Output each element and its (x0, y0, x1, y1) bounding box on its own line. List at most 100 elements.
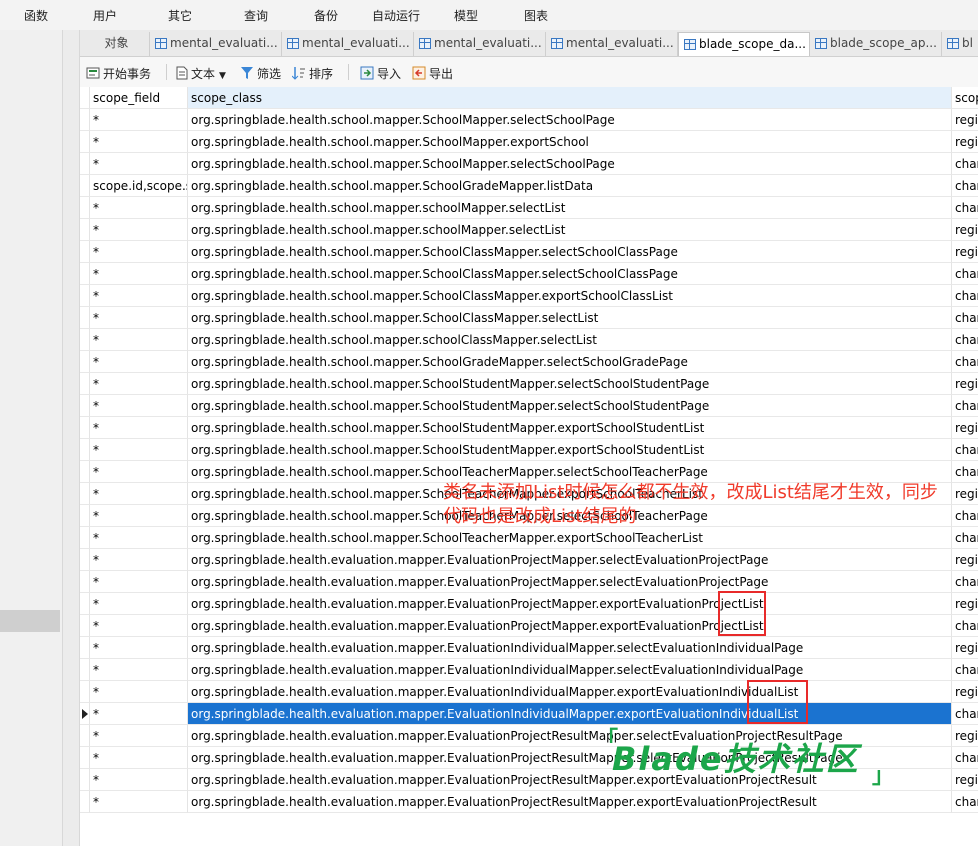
table-row[interactable]: * org.springblade.health.school.mapper.Sc… (80, 417, 978, 439)
cell-scope-class[interactable]: org.springblade.health.evaluation.mapper… (188, 549, 952, 571)
row-indicator[interactable] (80, 351, 90, 373)
cell-scope-class[interactable]: org.springblade.health.school.mapper.sch… (188, 329, 952, 351)
cell-scope-extra[interactable]: char (952, 659, 978, 681)
cell-scope-class[interactable]: org.springblade.health.school.mapper.Sch… (188, 417, 952, 439)
sidebar-selected-item[interactable] (0, 610, 60, 632)
menu-users[interactable]: 用户 (93, 7, 117, 24)
cell-scope-extra[interactable]: char (952, 197, 978, 219)
filter-button[interactable]: 筛选 (240, 65, 281, 82)
table-row[interactable]: * org.springblade.health.evaluation.mappe… (80, 571, 978, 593)
row-indicator[interactable] (80, 703, 90, 725)
cell-scope-class[interactable]: org.springblade.health.school.mapper.Sch… (188, 461, 952, 483)
table-row-selected[interactable]: * org.springblade.health.evaluation.mappe… (80, 703, 978, 725)
row-indicator[interactable] (80, 461, 90, 483)
cell-scope-extra[interactable]: char (952, 329, 978, 351)
cell-scope-extra[interactable]: regi (952, 483, 978, 505)
cell-scope-field[interactable]: * (90, 263, 188, 285)
cell-scope-field[interactable]: * (90, 461, 188, 483)
cell-scope-extra[interactable]: char (952, 307, 978, 329)
cell-scope-field[interactable]: * (90, 769, 188, 791)
row-indicator[interactable] (80, 549, 90, 571)
row-indicator[interactable] (80, 593, 90, 615)
sort-button[interactable]: 排序 (292, 65, 333, 82)
table-row[interactable]: * org.springblade.health.school.mapper.Sc… (80, 153, 978, 175)
row-indicator[interactable] (80, 439, 90, 461)
cell-scope-class[interactable]: org.springblade.health.school.mapper.Sch… (188, 351, 952, 373)
row-indicator[interactable] (80, 241, 90, 263)
cell-scope-extra[interactable]: char (952, 285, 978, 307)
cell-scope-class[interactable]: org.springblade.health.school.mapper.Sch… (188, 241, 952, 263)
cell-scope-field[interactable]: * (90, 681, 188, 703)
row-indicator[interactable] (80, 109, 90, 131)
cell-scope-extra[interactable]: regi (952, 769, 978, 791)
table-row[interactable]: * org.springblade.health.school.mapper.Sc… (80, 461, 978, 483)
row-indicator[interactable] (80, 615, 90, 637)
table-row[interactable]: * org.springblade.health.school.mapper.sc… (80, 329, 978, 351)
table-row[interactable]: * org.springblade.health.school.mapper.Sc… (80, 351, 978, 373)
cell-scope-field[interactable]: * (90, 197, 188, 219)
table-row[interactable]: * org.springblade.health.school.mapper.Sc… (80, 527, 978, 549)
row-indicator[interactable] (80, 681, 90, 703)
import-button[interactable]: 导入 (360, 65, 401, 82)
table-row[interactable]: * org.springblade.health.school.mapper.sc… (80, 219, 978, 241)
cell-scope-class[interactable]: org.springblade.health.evaluation.mapper… (188, 593, 952, 615)
cell-scope-extra[interactable]: regi (952, 219, 978, 241)
table-row[interactable]: * org.springblade.health.school.mapper.Sc… (80, 439, 978, 461)
table-row[interactable]: * org.springblade.health.school.mapper.Sc… (80, 373, 978, 395)
cell-scope-class[interactable]: org.springblade.health.school.mapper.Sch… (188, 307, 952, 329)
tab-mental-evaluation-2[interactable]: mental_evaluati... (282, 32, 414, 56)
menu-functions[interactable]: 函数 (24, 7, 48, 24)
cell-scope-field[interactable]: * (90, 615, 188, 637)
row-indicator[interactable] (80, 373, 90, 395)
cell-scope-extra[interactable]: regi (952, 549, 978, 571)
table-row[interactable]: * org.springblade.health.evaluation.mappe… (80, 681, 978, 703)
panel-splitter[interactable] (62, 30, 80, 846)
cell-scope-class[interactable]: org.springblade.health.school.mapper.Sch… (188, 153, 952, 175)
cell-scope-extra[interactable]: regi (952, 681, 978, 703)
row-indicator[interactable] (80, 175, 90, 197)
table-row[interactable]: * org.springblade.health.evaluation.mappe… (80, 593, 978, 615)
cell-scope-extra[interactable]: char (952, 351, 978, 373)
table-row[interactable]: * org.springblade.health.evaluation.mappe… (80, 549, 978, 571)
menu-others[interactable]: 其它 (168, 7, 192, 24)
cell-scope-field[interactable]: * (90, 241, 188, 263)
cell-scope-class[interactable]: org.springblade.health.school.mapper.Sch… (188, 439, 952, 461)
cell-scope-field[interactable]: * (90, 439, 188, 461)
row-indicator[interactable] (80, 219, 90, 241)
cell-scope-extra[interactable]: char (952, 571, 978, 593)
cell-scope-field[interactable]: * (90, 131, 188, 153)
table-row[interactable]: * org.springblade.health.evaluation.mappe… (80, 659, 978, 681)
cell-scope-field[interactable]: * (90, 483, 188, 505)
cell-scope-extra[interactable]: char (952, 461, 978, 483)
table-row[interactable]: * org.springblade.health.evaluation.mappe… (80, 791, 978, 813)
table-row[interactable]: * org.springblade.health.school.mapper.Sc… (80, 307, 978, 329)
cell-scope-field[interactable]: * (90, 593, 188, 615)
tab-blade-scope-api[interactable]: blade_scope_ap... (810, 32, 942, 56)
row-indicator[interactable] (80, 505, 90, 527)
row-indicator[interactable] (80, 747, 90, 769)
cell-scope-extra[interactable]: regi (952, 241, 978, 263)
cell-scope-class[interactable]: org.springblade.health.school.mapper.Sch… (188, 175, 952, 197)
cell-scope-extra[interactable]: char (952, 703, 978, 725)
row-indicator[interactable] (80, 395, 90, 417)
cell-scope-field[interactable]: * (90, 417, 188, 439)
row-indicator[interactable] (80, 483, 90, 505)
table-row[interactable]: * org.springblade.health.school.mapper.Sc… (80, 263, 978, 285)
cell-scope-extra[interactable]: regi (952, 417, 978, 439)
export-button[interactable]: 导出 (412, 65, 453, 82)
cell-scope-field[interactable]: * (90, 329, 188, 351)
text-view-button[interactable]: 文本 ▼ (176, 65, 226, 82)
row-indicator[interactable] (80, 791, 90, 813)
row-indicator[interactable] (80, 307, 90, 329)
column-header-scope-extra[interactable]: scop (952, 87, 978, 109)
row-indicator[interactable] (80, 769, 90, 791)
cell-scope-extra[interactable]: regi (952, 131, 978, 153)
cell-scope-extra[interactable]: char (952, 263, 978, 285)
cell-scope-field[interactable]: * (90, 571, 188, 593)
row-indicator[interactable] (80, 329, 90, 351)
cell-scope-field[interactable]: * (90, 219, 188, 241)
table-row[interactable]: * org.springblade.health.school.mapper.sc… (80, 197, 978, 219)
menu-query[interactable]: 查询 (244, 7, 268, 24)
table-row[interactable]: * org.springblade.health.school.mapper.Sc… (80, 241, 978, 263)
cell-scope-class[interactable]: org.springblade.health.school.mapper.Sch… (188, 373, 952, 395)
